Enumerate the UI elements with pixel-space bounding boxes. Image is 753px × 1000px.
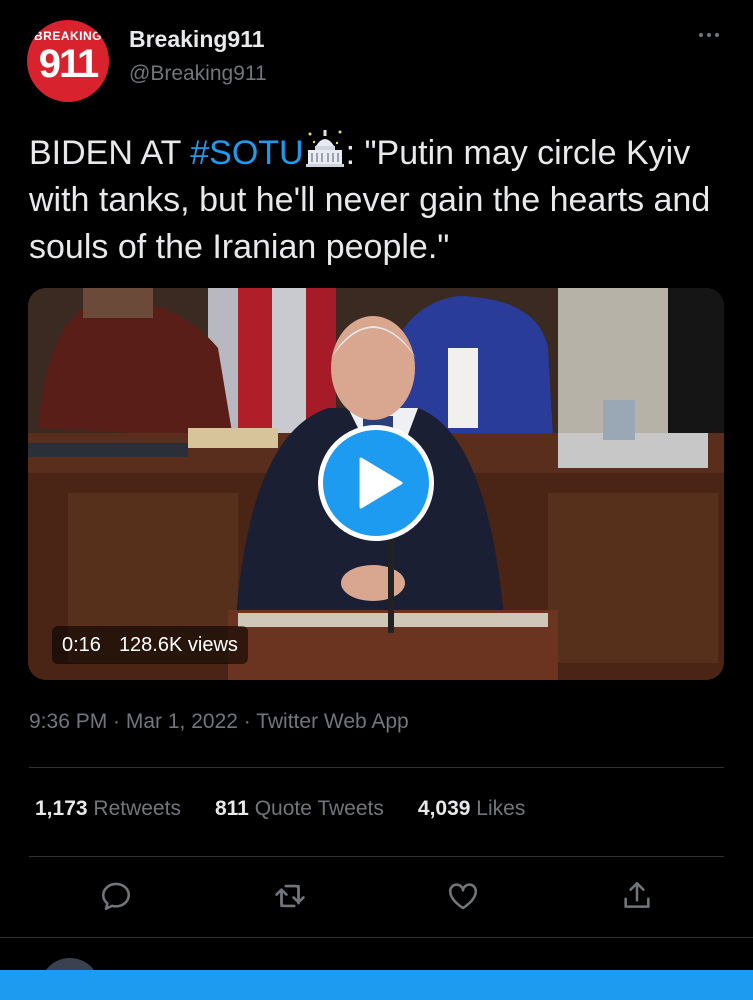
retweet-button[interactable] [266,872,314,920]
account-name[interactable]: Breaking911 [129,26,265,53]
likes-label: Likes [476,797,526,820]
more-icon[interactable] [692,24,726,46]
next-reply-preview[interactable] [0,940,753,970]
bottom-bar [0,970,753,1000]
hashtag-link[interactable]: #SOTU [190,134,303,172]
reply-button[interactable] [92,872,140,920]
avatar-breaking-text: BREAKING [33,29,102,43]
video-duration: 0:16 [62,633,101,656]
reply-icon [101,882,131,911]
avatar-911-text: 911 [38,42,100,86]
tweet-text: BIDEN AT #SOTU : "Putin may circle Kyiv … [29,128,729,271]
likes-stat[interactable]: 4,039 Likes [418,797,525,821]
quote-tweets-count: 811 [214,797,249,820]
play-button[interactable] [318,425,434,541]
retweets-label: Retweets [93,797,181,820]
tweet-stats: 1,173 Retweets 811 Quote Tweets 4,039 Li… [35,797,525,821]
avatar [40,958,100,970]
quote-tweets-label: Quote Tweets [254,797,384,820]
quote-tweets-stat[interactable]: 811 Quote Tweets [215,797,384,821]
video-info-badge: 0:16 128.6K views [52,626,248,664]
tweet-meta[interactable]: 9:36 PM · Mar 1, 2022 · Twitter Web App [29,710,409,734]
likes-count: 4,039 [417,797,471,820]
avatar[interactable]: BREAKING 911 [27,20,109,102]
account-handle[interactable]: @Breaking911 [129,62,267,86]
heart-icon [448,883,478,910]
action-bar [0,872,753,922]
play-icon [359,457,403,509]
divider [29,856,724,857]
share-icon [624,881,650,908]
like-button[interactable] [439,872,487,920]
retweet-icon [275,884,305,908]
retweets-stat[interactable]: 1,173 Retweets [35,797,181,821]
tweet-text-prefix: BIDEN AT [29,134,191,172]
capitol-emoji-icon [304,128,346,168]
retweets-count: 1,173 [35,797,88,820]
divider [29,767,724,768]
divider [0,937,753,938]
video-views: 128.6K views [118,633,238,656]
share-button[interactable] [613,872,661,920]
